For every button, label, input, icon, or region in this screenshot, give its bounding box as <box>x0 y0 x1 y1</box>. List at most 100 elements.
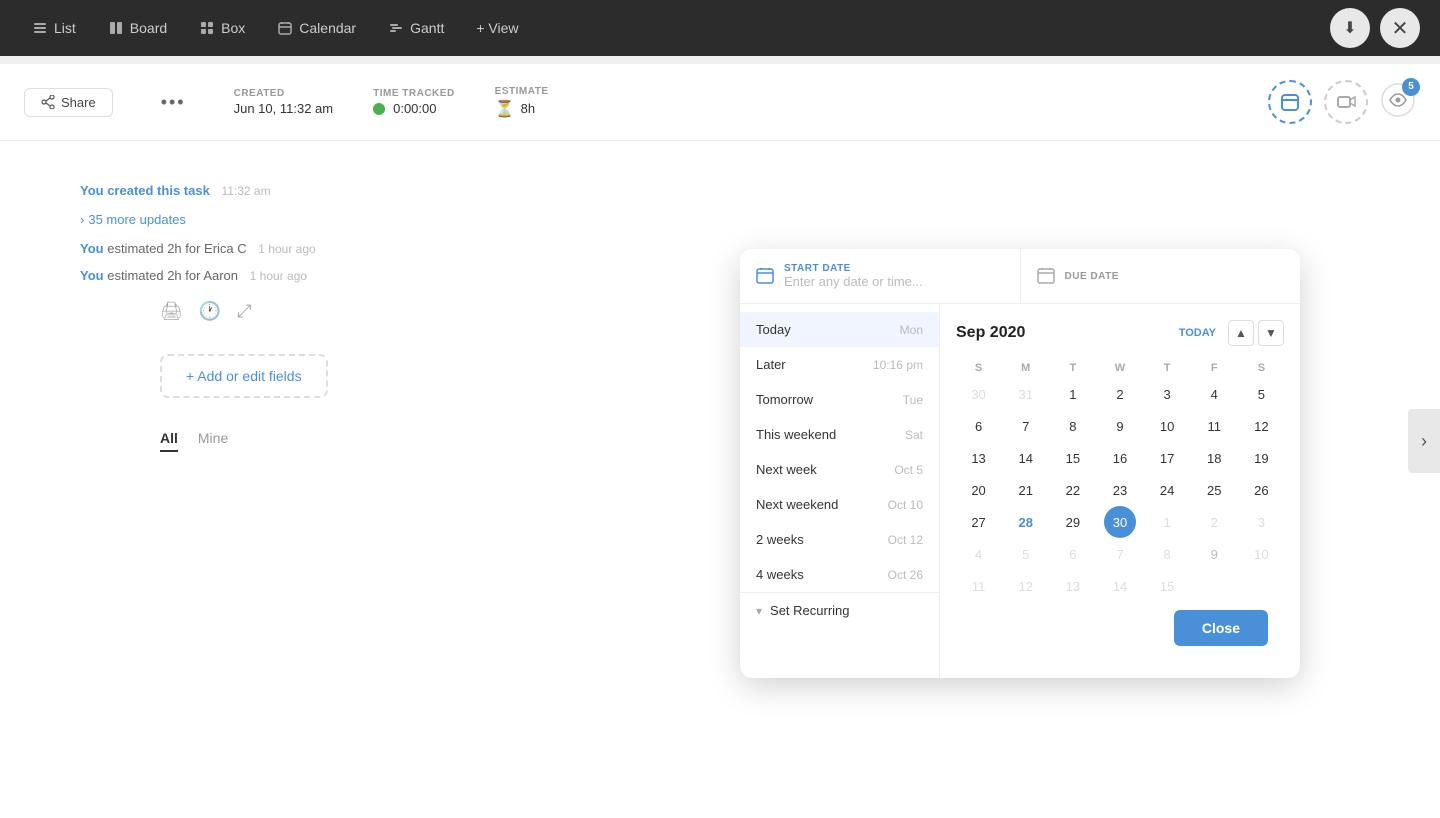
video-icon <box>1336 92 1356 112</box>
created-activity-time: 11:32 am <box>221 184 270 198</box>
cal-day-29[interactable]: 29 <box>1057 506 1089 538</box>
cal-day-13-next[interactable]: 13 <box>1057 570 1089 602</box>
cal-day-26[interactable]: 26 <box>1245 474 1277 506</box>
calendar-action-button[interactable] <box>1268 80 1312 124</box>
day-header-t1: T <box>1050 358 1095 378</box>
calendar-nav-icon <box>277 20 293 36</box>
cal-day-21[interactable]: 21 <box>1010 474 1042 506</box>
cal-day-12[interactable]: 12 <box>1245 410 1277 442</box>
cal-day-10-next[interactable]: 10 <box>1245 538 1277 570</box>
next-month-button[interactable]: ▼ <box>1258 320 1284 346</box>
add-fields-label: + Add or edit fields <box>186 368 302 384</box>
cal-day-15[interactable]: 15 <box>1057 442 1089 474</box>
cal-day-19[interactable]: 19 <box>1245 442 1277 474</box>
add-fields-button[interactable]: + Add or edit fields <box>160 354 328 398</box>
cal-day-12-next[interactable]: 12 <box>1010 570 1042 602</box>
nav-item-calendar[interactable]: Calendar <box>265 14 368 42</box>
close-button[interactable]: ✕ <box>1380 8 1420 48</box>
cal-day-18[interactable]: 18 <box>1198 442 1230 474</box>
quick-option-tomorrow[interactable]: Tomorrow Tue <box>740 382 939 417</box>
cal-day-14-next[interactable]: 14 <box>1104 570 1136 602</box>
cal-day-23[interactable]: 23 <box>1104 474 1136 506</box>
cal-day-11-next[interactable]: 11 <box>963 570 995 602</box>
nav-item-list[interactable]: List <box>20 14 88 42</box>
video-action-button[interactable] <box>1324 80 1368 124</box>
nav-add-view[interactable]: + View <box>464 14 530 42</box>
created-meta: CREATED Jun 10, 11:32 am <box>234 88 334 116</box>
cal-day-14[interactable]: 14 <box>1010 442 1042 474</box>
watchers-button[interactable]: 5 <box>1380 82 1416 123</box>
print-icon[interactable]: 🖨 <box>160 301 183 322</box>
cal-day-24[interactable]: 24 <box>1151 474 1183 506</box>
cal-day-9-next[interactable]: 9 <box>1198 538 1230 570</box>
cal-day-31-prev[interactable]: 31 <box>1010 378 1042 410</box>
cal-day-20[interactable]: 20 <box>963 474 995 506</box>
quick-option-4-weeks[interactable]: 4 weeks Oct 26 <box>740 557 939 592</box>
nav-right-actions: ⬇ ✕ <box>1330 8 1420 48</box>
recording-indicator <box>373 103 385 115</box>
cal-day-3[interactable]: 3 <box>1151 378 1183 410</box>
cal-day-30-prev[interactable]: 30 <box>963 378 995 410</box>
quick-option-2-weeks-label: 2 weeks <box>756 532 804 547</box>
nav-item-board[interactable]: Board <box>96 14 179 42</box>
share-button[interactable]: Share <box>24 88 113 117</box>
calendar-week-3: 13 14 15 16 17 18 19 <box>956 442 1284 474</box>
due-date-input-group[interactable]: DUE DATE <box>1021 249 1301 303</box>
start-date-input-group[interactable]: START DATE Enter any date or time... <box>740 249 1021 303</box>
quick-option-later[interactable]: Later 10:16 pm <box>740 347 939 382</box>
quick-option-next-weekend[interactable]: Next weekend Oct 10 <box>740 487 939 522</box>
cal-day-10[interactable]: 10 <box>1151 410 1183 442</box>
cal-day-8[interactable]: 8 <box>1057 410 1089 442</box>
cal-day-9[interactable]: 9 <box>1104 410 1136 442</box>
quick-option-next-weekend-label: Next weekend <box>756 497 838 512</box>
quick-option-this-weekend-label: This weekend <box>756 427 836 442</box>
cal-day-4[interactable]: 4 <box>1198 378 1230 410</box>
set-recurring-label: Set Recurring <box>770 603 849 618</box>
history-icon[interactable]: 🕐 <box>199 301 221 322</box>
cal-day-4-next[interactable]: 4 <box>963 538 995 570</box>
share-icon <box>41 95 55 109</box>
prev-month-button[interactable]: ▲ <box>1228 320 1254 346</box>
tab-all[interactable]: All <box>160 430 178 452</box>
cal-day-7[interactable]: 7 <box>1010 410 1042 442</box>
cal-day-6-next[interactable]: 6 <box>1057 538 1089 570</box>
cal-day-25[interactable]: 25 <box>1198 474 1230 506</box>
more-options-button[interactable]: ••• <box>153 88 194 117</box>
cal-day-22[interactable]: 22 <box>1057 474 1089 506</box>
nav-item-box[interactable]: Box <box>187 14 257 42</box>
cal-day-6[interactable]: 6 <box>963 410 995 442</box>
cal-day-5-next[interactable]: 5 <box>1010 538 1042 570</box>
cal-day-27[interactable]: 27 <box>963 506 995 538</box>
cal-day-28-today[interactable]: 28 <box>1010 506 1042 538</box>
cal-day-15-next[interactable]: 15 <box>1151 570 1183 602</box>
cal-day-17[interactable]: 17 <box>1151 442 1183 474</box>
cal-day-16[interactable]: 16 <box>1104 442 1136 474</box>
cal-day-30-highlighted[interactable]: 30 <box>1104 506 1136 538</box>
quick-option-next-week[interactable]: Next week Oct 5 <box>740 452 939 487</box>
nav-item-gantt[interactable]: Gantt <box>376 14 456 42</box>
cal-day-2-next[interactable]: 2 <box>1198 506 1230 538</box>
quick-option-today-date: Mon <box>900 323 923 337</box>
cal-day-8-next[interactable]: 8 <box>1151 538 1183 570</box>
cal-day-1[interactable]: 1 <box>1057 378 1089 410</box>
close-datepicker-button[interactable]: Close <box>1174 610 1268 646</box>
calendar-week-6: 4 5 6 7 8 9 10 <box>956 538 1284 570</box>
quick-option-2-weeks[interactable]: 2 weeks Oct 12 <box>740 522 939 557</box>
expand-icon[interactable]: ⤢ <box>237 301 251 322</box>
cal-day-13[interactable]: 13 <box>963 442 995 474</box>
quick-option-today[interactable]: Today Mon <box>740 312 939 347</box>
cal-day-3-next[interactable]: 3 <box>1245 506 1277 538</box>
cal-day-2[interactable]: 2 <box>1104 378 1136 410</box>
cal-day-5[interactable]: 5 <box>1245 378 1277 410</box>
expand-updates-label: 35 more updates <box>88 212 186 227</box>
set-recurring-button[interactable]: ▾ Set Recurring <box>740 592 939 628</box>
cal-day-1-next[interactable]: 1 <box>1151 506 1183 538</box>
expand-updates-button[interactable]: › 35 more updates <box>80 212 1360 227</box>
quick-option-this-weekend[interactable]: This weekend Sat <box>740 417 939 452</box>
cal-day-11[interactable]: 11 <box>1198 410 1230 442</box>
today-button[interactable]: TODAY <box>1171 323 1224 343</box>
download-button[interactable]: ⬇ <box>1330 8 1370 48</box>
next-panel-arrow[interactable]: › <box>1408 409 1440 473</box>
tab-mine[interactable]: Mine <box>198 430 228 452</box>
cal-day-7-next[interactable]: 7 <box>1104 538 1136 570</box>
